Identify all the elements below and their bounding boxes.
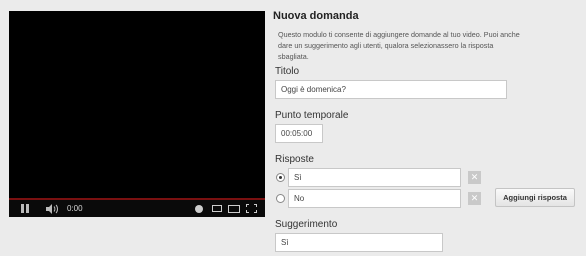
time-point-label: Punto temporale bbox=[275, 110, 349, 121]
hint-input[interactable]: Sì bbox=[275, 233, 443, 252]
large-player-icon[interactable] bbox=[228, 204, 240, 213]
info-icon[interactable] bbox=[195, 204, 203, 213]
remove-answer-1-button[interactable]: ✕ bbox=[468, 171, 481, 184]
pause-icon[interactable] bbox=[21, 204, 31, 213]
player-controls: 0:00 bbox=[9, 200, 265, 217]
answer-input-2[interactable]: No bbox=[288, 189, 461, 208]
video-player[interactable]: 0:00 bbox=[9, 11, 265, 217]
time-display: 0:00 bbox=[67, 204, 83, 213]
answer-radio-2[interactable] bbox=[276, 194, 285, 203]
title-label: Titolo bbox=[275, 66, 300, 77]
answer-radio-1[interactable] bbox=[276, 173, 285, 182]
volume-icon-svg bbox=[46, 203, 58, 214]
add-answer-button[interactable]: Aggiungi risposta bbox=[495, 188, 575, 207]
hint-label: Suggerimento bbox=[275, 219, 338, 230]
form-title: Nuova domanda bbox=[273, 10, 359, 22]
title-input[interactable]: Oggi è domenica? bbox=[275, 80, 507, 99]
remove-answer-2-button[interactable]: ✕ bbox=[468, 192, 481, 205]
answer-input-1[interactable]: Sì bbox=[288, 168, 461, 187]
answers-label: Risposte bbox=[275, 154, 314, 165]
form-description: Questo modulo ti consente di aggiungere … bbox=[278, 30, 520, 61]
small-player-icon[interactable] bbox=[212, 205, 222, 212]
time-point-input[interactable]: 00:05:00 bbox=[275, 124, 323, 143]
volume-icon[interactable] bbox=[46, 203, 60, 214]
fullscreen-icon[interactable] bbox=[246, 204, 257, 213]
